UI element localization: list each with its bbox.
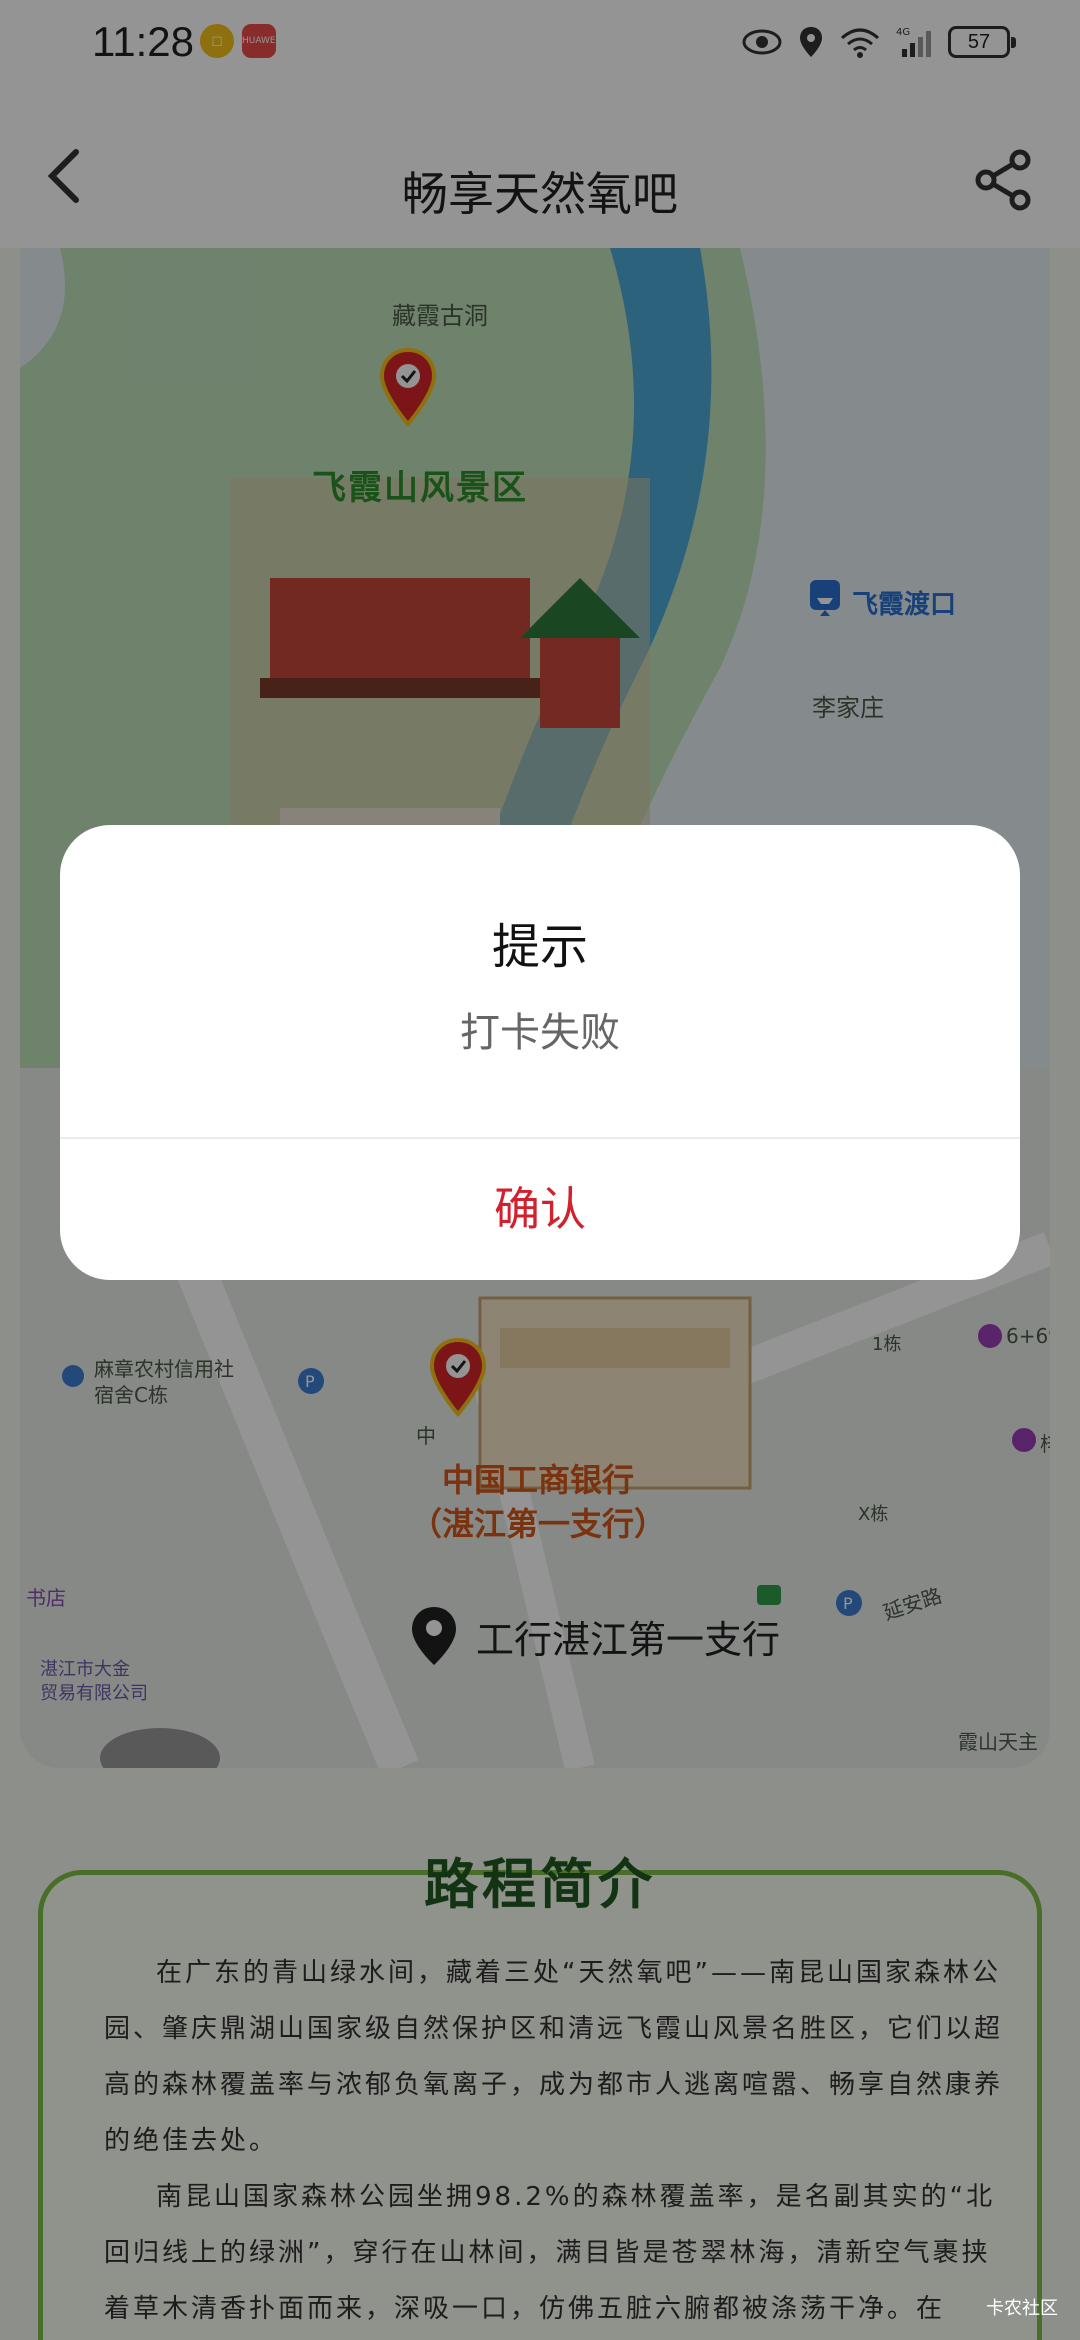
confirm-button[interactable]: 确认: [60, 1139, 1020, 1280]
watermark: 卡农社区: [986, 2298, 1058, 2319]
dialog-title: 提示: [491, 919, 588, 975]
alert-dialog: 提示 打卡失败 确认: [60, 825, 1020, 1280]
dialog-message: 打卡失败: [460, 1010, 620, 1056]
